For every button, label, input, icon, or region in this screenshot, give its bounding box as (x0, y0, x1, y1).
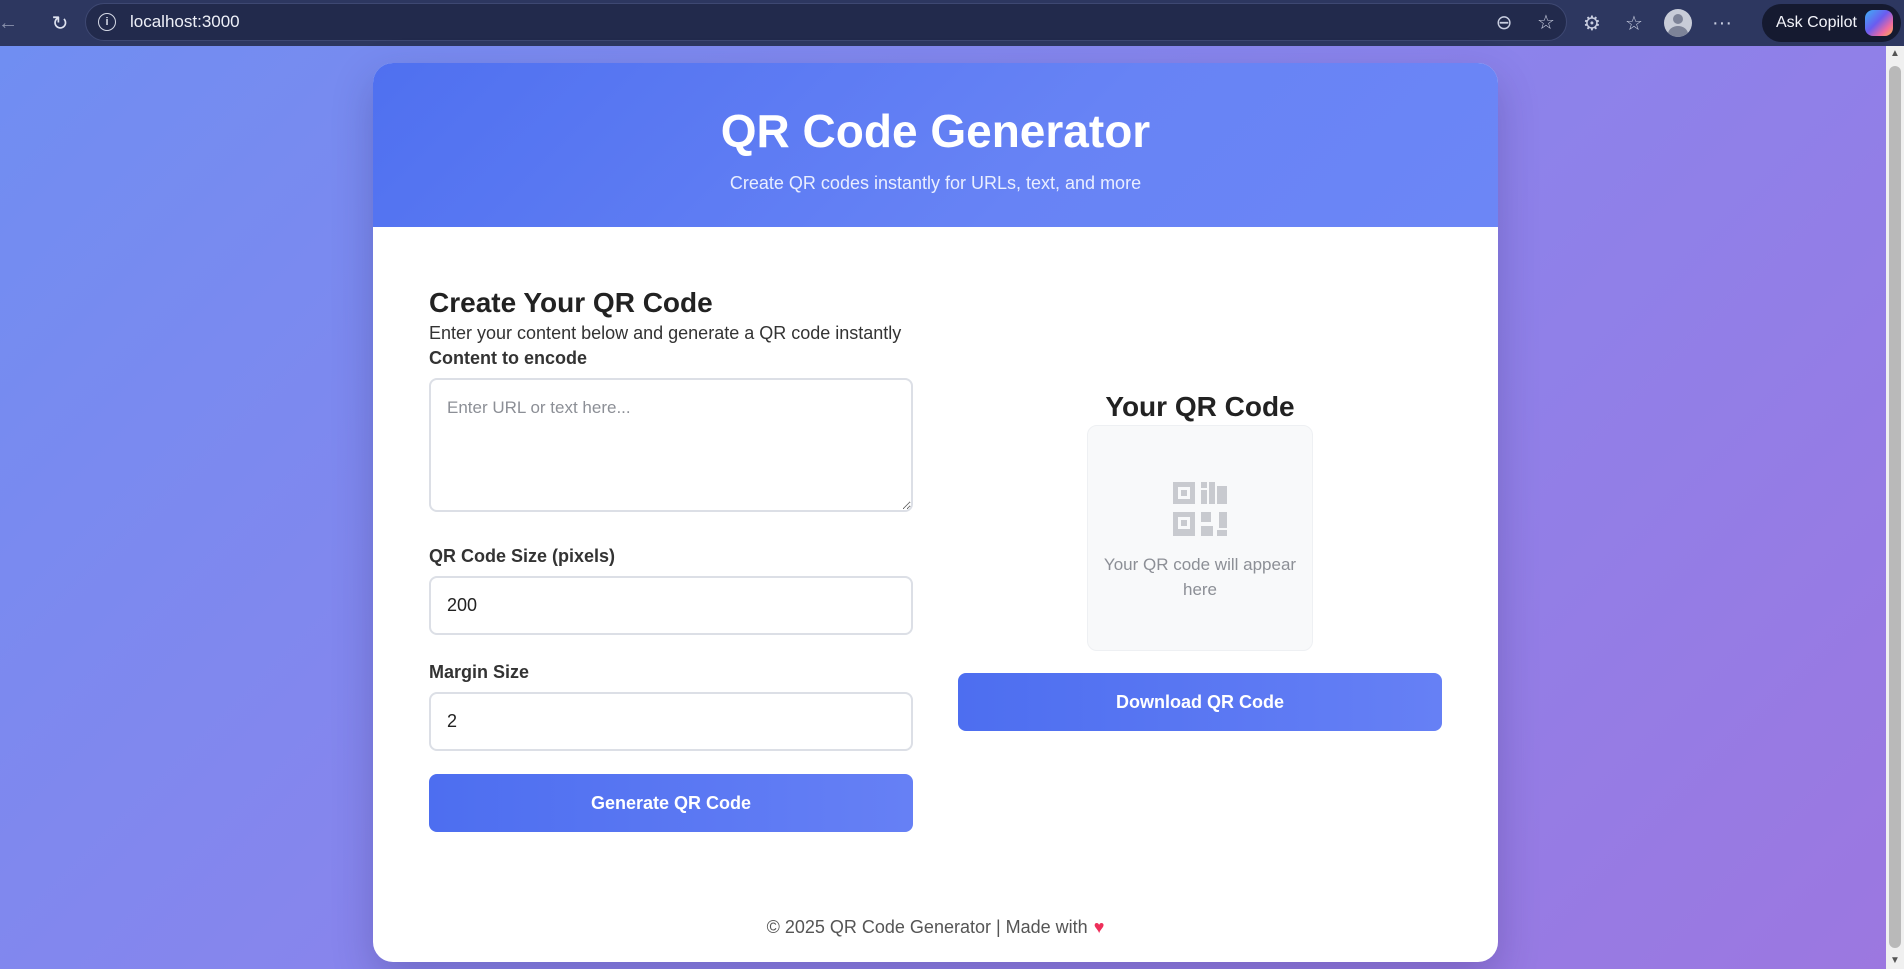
address-bar[interactable]: i localhost:3000 ⊖ ☆ (85, 3, 1567, 41)
qr-preview-section: Your QR Code Your QR code will appear he… (958, 389, 1442, 731)
scroll-up-arrow-icon[interactable]: ▲ (1886, 46, 1904, 62)
scrollbar-thumb[interactable] (1889, 66, 1901, 948)
qr-form: Create Your QR Code Enter your content b… (429, 287, 913, 832)
zoom-icon[interactable]: ⊖ (1492, 10, 1516, 35)
size-input[interactable] (429, 576, 913, 635)
info-icon[interactable]: i (98, 13, 116, 31)
preview-placeholder-text: Your QR code will appear here (1103, 555, 1297, 599)
qr-code-icon (1173, 482, 1227, 536)
profile-avatar[interactable] (1664, 9, 1692, 37)
ask-copilot-button[interactable]: Ask Copilot (1762, 4, 1901, 42)
size-label: QR Code Size (pixels) (429, 546, 616, 566)
download-button[interactable]: Download QR Code (958, 673, 1442, 731)
content-label: Content to encode (429, 348, 587, 368)
back-button[interactable]: ← (0, 5, 22, 41)
page-subtitle: Create QR codes instantly for URLs, text… (729, 173, 1142, 193)
address-bar-actions: ⊖ ☆ (1492, 4, 1558, 40)
page-scrollbar[interactable]: ▲ ▼ (1886, 46, 1904, 969)
footer-text: © 2025 QR Code Generator | Made with (766, 917, 1088, 937)
heart-icon: ♥ (1093, 917, 1105, 937)
generate-button[interactable]: Generate QR Code (429, 774, 913, 832)
copilot-label: Ask Copilot (1776, 14, 1857, 31)
scroll-down-arrow-icon[interactable]: ▼ (1886, 953, 1904, 969)
reload-button[interactable]: ↻ (42, 5, 78, 41)
qr-generator-card: QR Code Generator Create QR codes instan… (373, 63, 1498, 962)
extensions-icon[interactable]: ⚙ (1580, 11, 1604, 36)
copilot-icon (1864, 10, 1893, 36)
content-textarea[interactable] (429, 378, 913, 512)
footer: © 2025 QR Code Generator | Made with ♥ (373, 917, 1498, 938)
margin-input[interactable] (429, 692, 913, 751)
form-description: Enter your content below and generate a … (429, 323, 902, 343)
form-title: Create Your QR Code (429, 287, 713, 318)
margin-label: Margin Size (429, 662, 530, 682)
url-text[interactable]: localhost:3000 (130, 12, 240, 32)
more-menu-icon[interactable]: ··· (1710, 12, 1734, 35)
card-header: QR Code Generator Create QR codes instan… (373, 63, 1498, 227)
browser-toolbar-icons: ⚙ ☆ ··· (1580, 0, 1734, 46)
favorites-icon[interactable]: ☆ (1622, 11, 1646, 36)
page-title: QR Code Generator (720, 105, 1151, 157)
favorite-star-icon[interactable]: ☆ (1534, 10, 1558, 35)
browser-toolbar: ← ↻ i localhost:3000 ⊖ ☆ ⚙ ☆ ··· Ask Cop… (0, 0, 1904, 46)
preview-title: Your QR Code (1105, 391, 1295, 422)
qr-preview-box: Your QR code will appear here (1087, 425, 1313, 651)
